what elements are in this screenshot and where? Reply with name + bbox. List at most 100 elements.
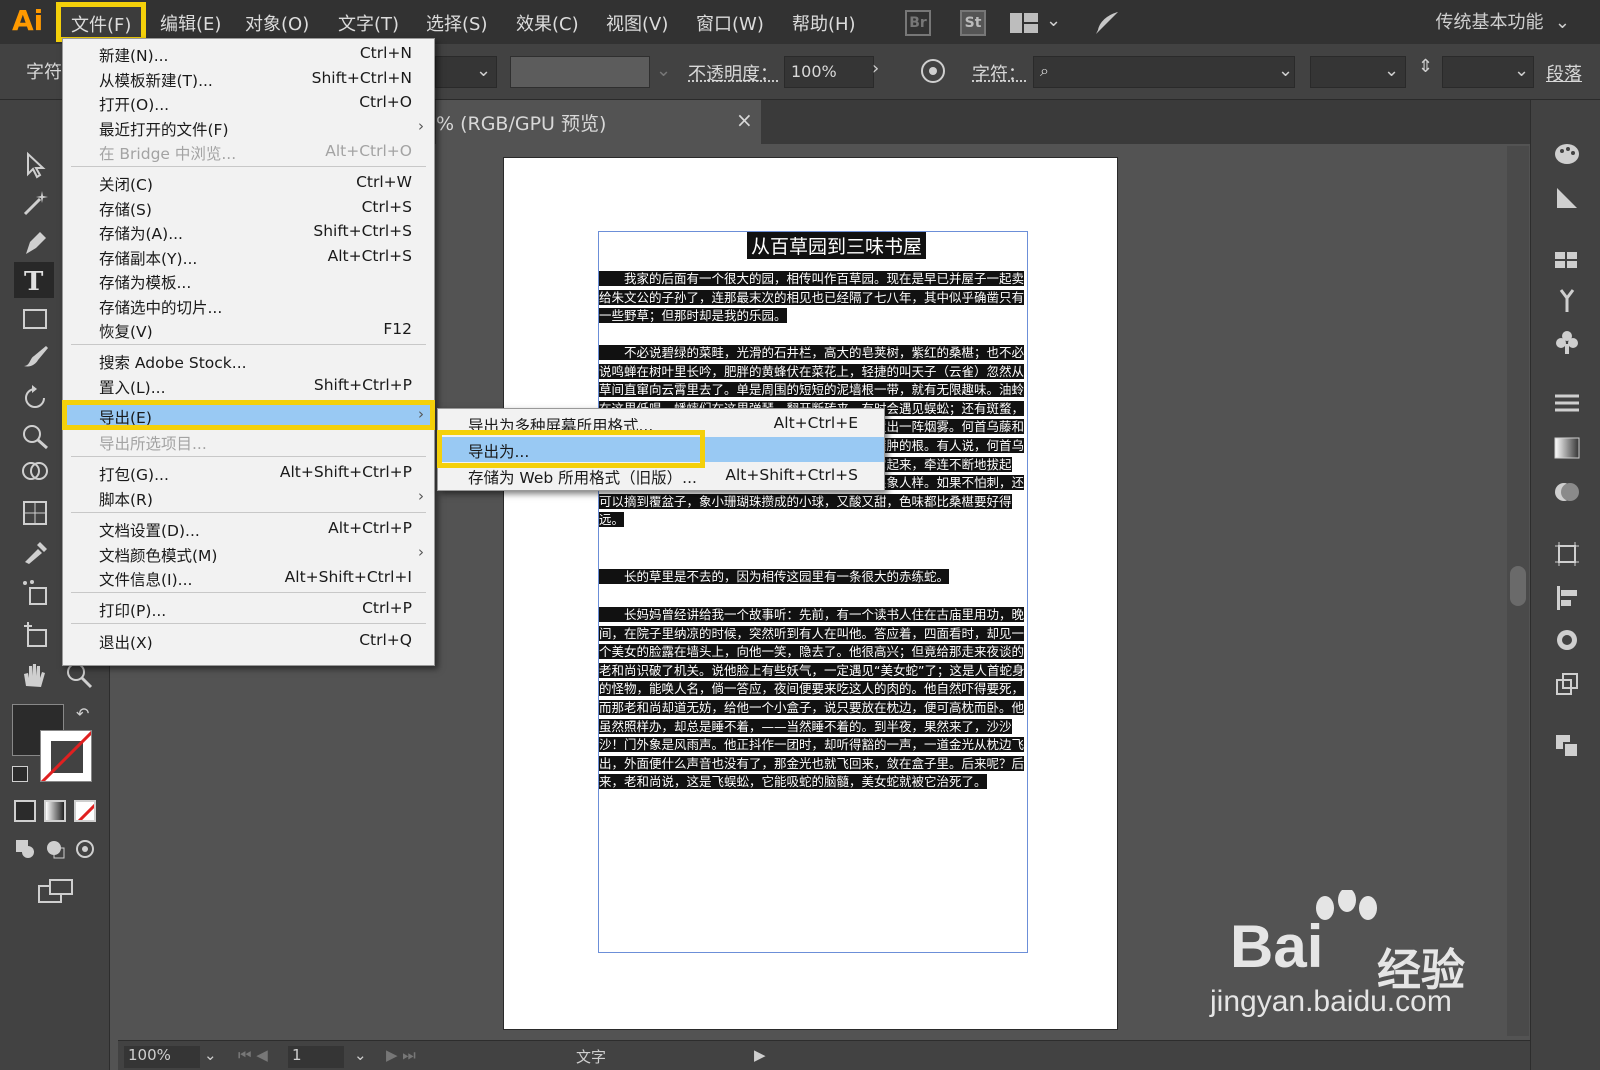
default-colors-icon[interactable] [12,766,28,782]
first-page-icon[interactable]: ⏮ ◀ [238,1046,268,1064]
style-swatch[interactable] [510,56,650,88]
artboard[interactable]: 从百草园到三味书屋 我家的后面有一个很大的园，相传叫作百草园。现在是早已并屋子一… [503,157,1118,1030]
chevron-down-icon[interactable]: ⌄ [1046,10,1061,31]
menu-view[interactable]: 视图(V) [606,10,668,36]
page-input[interactable]: 1 [288,1046,344,1068]
menu-export[interactable]: 导出(E) › [62,400,435,430]
last-page-icon[interactable]: ▶ ⏭ [386,1046,416,1064]
document-tab[interactable]: % (RGB/GPU 预览) × [436,100,761,144]
menu-revert[interactable]: 恢复(V) F12 [63,317,434,342]
menu-search-adobe-stock[interactable]: 搜索 Adobe Stock... [63,348,434,373]
menu-file-info[interactable]: 文件信息(I)... Alt+Shift+Ctrl+I [63,565,434,590]
stock-button[interactable]: St [960,10,986,36]
menu-effect[interactable]: 效果(C) [516,10,579,36]
recolor-icon[interactable] [920,58,946,84]
paintbrush-tool-icon[interactable] [20,342,50,372]
zoom-input[interactable]: 100% [124,1046,200,1068]
hand-tool-icon[interactable] [18,660,48,690]
color-guide-icon[interactable] [1553,184,1581,212]
draw-normal-icon[interactable] [14,838,36,860]
menu-object[interactable]: 对象(O) [245,10,309,36]
chevron-down-icon[interactable]: ⌄ [1278,60,1293,81]
chevron-down-icon[interactable]: ⌄ [204,1046,217,1064]
stroke-swatch[interactable] [40,730,92,782]
none-mode-icon[interactable] [74,800,96,822]
menu-select[interactable]: 选择(S) [426,10,487,36]
menu-save[interactable]: 存储(S) Ctrl+S [63,195,434,220]
menu-edit[interactable]: 编辑(E) [160,10,221,36]
menu-new[interactable]: 新建(N)... Ctrl+N [63,41,434,66]
gradient-mode-icon[interactable] [44,800,66,822]
menu-package[interactable]: 打包(G)... Alt+Shift+Ctrl+P [63,460,434,485]
status-menu-arrow-icon[interactable]: ▶ [754,1046,766,1064]
text-frame[interactable]: 从百草园到三味书屋 我家的后面有一个很大的园，相传叫作百草园。现在是早已并屋子一… [598,231,1028,953]
chevron-down-icon[interactable]: ⌄ [1384,60,1399,81]
menu-save-copy[interactable]: 存储副本(Y)... Alt+Ctrl+S [63,244,434,269]
swap-fill-stroke-icon[interactable]: ↶ [76,704,89,723]
menu-save-as[interactable]: 存储为(A)... Shift+Ctrl+S [63,219,434,244]
menu-open[interactable]: 打开(O)... Ctrl+O [63,90,434,115]
menu-place[interactable]: 置入(L)... Shift+Ctrl+P [63,373,434,398]
char-panel-link[interactable]: 字符： [972,60,1026,86]
type-tool-icon[interactable]: T [14,262,54,298]
warp-tool-icon[interactable] [20,420,50,450]
menu-file[interactable]: 文件(F) [56,2,147,42]
workspace-switcher[interactable]: 传统基本功能 ⌄ [1435,8,1570,34]
menu-close[interactable]: 关闭(C) Ctrl+W [63,170,434,195]
draw-inside-icon[interactable] [74,838,96,860]
menu-document-color-mode[interactable]: 文档颜色模式(M) › [63,541,434,566]
perspective-grid-tool-icon[interactable] [20,498,50,528]
magic-wand-tool-icon[interactable] [20,188,50,218]
arrange-documents-icon[interactable] [1010,13,1038,33]
layers-panel-icon[interactable] [1553,732,1581,760]
vertical-scrollbar[interactable] [1507,146,1529,1036]
screen-mode-icon[interactable] [38,878,74,904]
menu-open-recent[interactable]: 最近打开的文件(F) › [63,115,434,140]
chevron-down-icon[interactable]: ⌄ [354,1046,367,1064]
size-stepper-icon[interactable]: ⇕ [1418,56,1433,77]
rectangle-tool-icon[interactable] [20,304,50,334]
menu-document-setup[interactable]: 文档设置(D)... Alt+Ctrl+P [63,516,434,541]
chevron-right-icon: › [418,117,424,135]
artboard-tool-icon[interactable] [20,620,50,650]
pen-tool-icon[interactable] [20,228,50,258]
font-family-select[interactable]: ⌕ [1033,56,1295,88]
rotate-tool-icon[interactable] [20,382,50,412]
chevron-right-icon[interactable]: › [872,58,879,79]
transform-panel-icon[interactable] [1553,540,1581,568]
align-panel-icon[interactable] [1553,584,1581,612]
symbols-icon[interactable] [1553,328,1581,356]
transparency-panel-icon[interactable] [1553,478,1581,506]
gradient-panel-icon[interactable] [1553,434,1581,462]
menu-new-from-template[interactable]: 从模板新建(T)... Shift+Ctrl+N [63,66,434,91]
menu-save-as-template[interactable]: 存储为模板... [63,268,434,293]
menu-print[interactable]: 打印(P)... Ctrl+P [63,596,434,621]
menu-type[interactable]: 文字(T) [338,10,399,36]
pathfinder-panel-icon[interactable] [1553,626,1581,654]
chevron-down-icon[interactable]: ⌄ [1514,60,1529,81]
opacity-label[interactable]: 不透明度： [688,60,778,86]
color-mode-icon[interactable] [14,800,36,822]
shape-builder-tool-icon[interactable] [20,458,50,488]
bridge-button[interactable]: Br [905,10,931,36]
artboards-panel-icon[interactable] [1553,670,1581,698]
stroke-panel-icon[interactable] [1553,390,1581,418]
paragraph-link[interactable]: 段落 [1546,60,1582,86]
chevron-down-icon[interactable]: ⌄ [476,60,491,81]
direct-select-tool-icon[interactable] [20,150,50,180]
brushes-icon[interactable] [1553,286,1581,314]
menu-save-selected-slices[interactable]: 存储选中的切片... [63,293,434,318]
eyedropper-tool-icon[interactable] [20,536,50,566]
menu-scripts[interactable]: 脚本(R) › [63,485,434,510]
symbol-sprayer-tool-icon[interactable] [20,578,50,608]
close-icon[interactable]: × [736,108,753,132]
menu-window[interactable]: 窗口(W) [696,10,764,36]
color-palette-icon[interactable] [1553,140,1581,168]
swatches-icon[interactable] [1553,246,1581,274]
feather-icon[interactable] [1092,8,1122,38]
menu-help[interactable]: 帮助(H) [792,10,856,36]
menu-exit[interactable]: 退出(X) Ctrl+Q [63,628,434,653]
opacity-input[interactable]: 100% [784,56,874,88]
scroll-thumb[interactable] [1510,566,1526,606]
draw-behind-icon[interactable] [44,838,66,860]
